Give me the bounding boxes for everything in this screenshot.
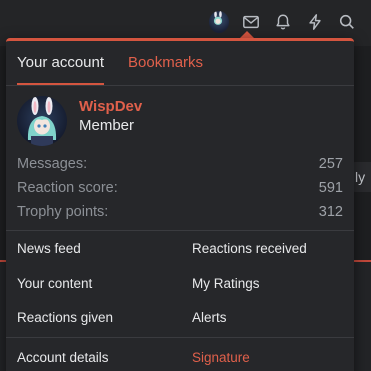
stat-row-messages: Messages: 257 xyxy=(17,152,343,176)
link-account-details[interactable]: Account details xyxy=(17,348,192,371)
stat-label: Trophy points: xyxy=(17,204,109,220)
tab-your-account[interactable]: Your account xyxy=(17,41,105,85)
avatar[interactable] xyxy=(17,96,67,146)
account-links: News feed Reactions received Your conten… xyxy=(6,239,354,371)
divider xyxy=(6,336,354,338)
link-your-content[interactable]: Your content xyxy=(17,274,192,309)
profile-header: WispDev Member xyxy=(6,86,354,150)
stat-value: 312 xyxy=(318,204,343,220)
stat-value: 257 xyxy=(318,156,343,172)
stat-row-reaction-score: Reaction score: 591 xyxy=(17,176,343,200)
search-icon[interactable] xyxy=(337,12,357,32)
divider xyxy=(6,230,354,231)
user-title: Member xyxy=(79,117,135,134)
user-avatar-icon[interactable] xyxy=(209,11,229,33)
username[interactable]: WispDev xyxy=(79,98,142,115)
background-button-fragment: ly xyxy=(352,162,371,192)
tab-bookmarks[interactable]: Bookmarks xyxy=(128,41,203,85)
page: ly Your account Bookmarks WispDev Member… xyxy=(0,0,371,371)
link-news-feed[interactable]: News feed xyxy=(17,239,192,274)
stat-value: 591 xyxy=(318,180,343,196)
stat-label: Messages: xyxy=(17,156,88,172)
link-reactions-received[interactable]: Reactions received xyxy=(192,239,352,274)
background-button-text: ly xyxy=(355,169,366,185)
mini-avatar xyxy=(209,11,229,33)
nav-icons xyxy=(209,11,357,33)
popup-pointer xyxy=(240,31,254,38)
lightning-icon[interactable] xyxy=(305,12,325,32)
user-stats: Messages: 257 Reaction score: 591 Trophy… xyxy=(6,152,354,224)
link-my-ratings[interactable]: My Ratings xyxy=(192,274,352,309)
popup-tabs: Your account Bookmarks xyxy=(6,41,354,86)
bell-icon[interactable] xyxy=(273,12,293,32)
account-popup-menu: Your account Bookmarks WispDev Member Me… xyxy=(6,38,354,371)
envelope-icon[interactable] xyxy=(241,12,261,32)
stat-label: Reaction score: xyxy=(17,180,118,196)
stat-row-trophy-points: Trophy points: 312 xyxy=(17,200,343,224)
link-signature[interactable]: Signature xyxy=(192,348,352,371)
